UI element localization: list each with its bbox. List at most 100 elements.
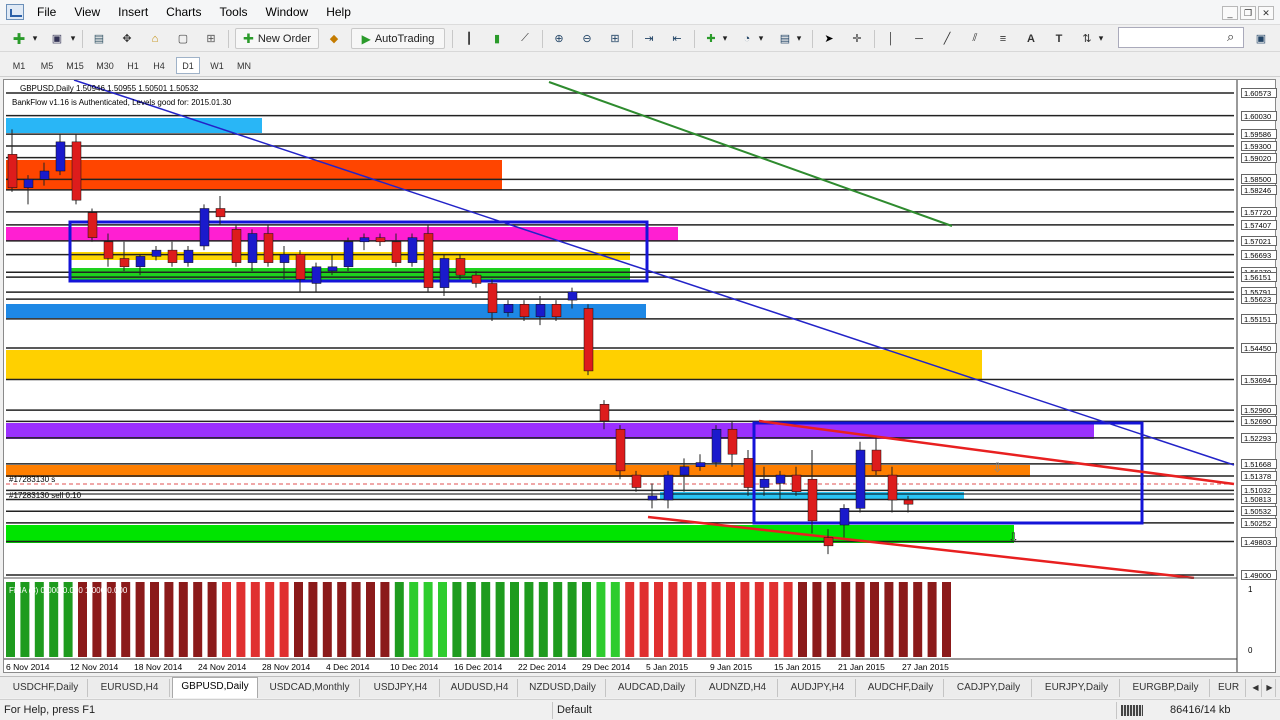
data-window-icon[interactable]: ✥ (116, 28, 138, 49)
tab-nzdusd-daily[interactable]: NZDUSD,Daily (520, 679, 606, 697)
tab-audusd-h4[interactable]: AUDUSD,H4 (442, 679, 518, 697)
bearish-candle[interactable] (103, 241, 114, 259)
menu-charts[interactable]: Charts (157, 0, 210, 25)
trendline-icon[interactable]: ╱ (936, 28, 958, 49)
chevron-down-icon[interactable]: ▾ (68, 28, 78, 49)
text-icon[interactable]: A (1020, 28, 1042, 49)
timeframe-w1[interactable]: W1 (206, 57, 228, 74)
bearish-candle[interactable] (471, 274, 482, 284)
bearish-candle[interactable] (375, 237, 386, 243)
bearish-candle[interactable] (295, 254, 306, 280)
bearish-candle[interactable] (119, 258, 130, 268)
bearish-candle[interactable] (631, 474, 642, 488)
bearish-candle[interactable] (903, 499, 914, 505)
chart-window[interactable]: ⇩ ⇩ GBPUSD,Daily 1.50946 1.50955 1.50501… (3, 79, 1277, 673)
bullish-candle[interactable] (135, 256, 146, 268)
bullish-candle[interactable] (679, 466, 690, 476)
bullish-candle[interactable] (439, 258, 450, 288)
bullish-candle[interactable] (407, 237, 418, 263)
horizontal-line-icon[interactable]: ─ (908, 28, 930, 49)
tab-eurjpy-daily[interactable]: EURJPY,Daily (1034, 679, 1120, 697)
zoom-in-icon[interactable]: ⊕ (548, 28, 570, 49)
green-trendline[interactable] (548, 81, 953, 227)
timeframe-h1[interactable]: H1 (122, 57, 144, 74)
menu-tools[interactable]: Tools (211, 0, 257, 25)
chevron-down-icon[interactable]: ▾ (720, 28, 730, 49)
bullish-candle[interactable] (759, 478, 770, 488)
tab-usdjpy-h4[interactable]: USDJPY,H4 (362, 679, 440, 697)
bearish-candle[interactable] (583, 308, 594, 372)
bullish-candle[interactable] (311, 266, 322, 284)
candlestick-icon[interactable]: ▮ (486, 28, 508, 49)
bullish-candle[interactable] (279, 254, 290, 263)
tab-scroll-right-icon[interactable]: ▶ (1264, 679, 1276, 697)
channel-icon[interactable]: ⫽ (964, 28, 986, 49)
bullish-candle[interactable] (199, 208, 210, 247)
bearish-candle[interactable] (599, 403, 610, 422)
bullish-candle[interactable] (839, 508, 850, 526)
chart-canvas[interactable]: ⇩ ⇩ (4, 80, 1275, 672)
auto-scroll-icon[interactable]: ⇥ (638, 28, 660, 49)
bearish-candle[interactable] (743, 458, 754, 488)
menu-view[interactable]: View (65, 0, 109, 25)
new-chart-icon[interactable]: ✚ (8, 28, 30, 49)
bearish-candle[interactable] (231, 229, 242, 263)
bearish-candle[interactable] (823, 537, 834, 547)
tab-cadjpy-daily[interactable]: CADJPY,Daily (946, 679, 1032, 697)
fibonacci-icon[interactable]: ≡ (992, 28, 1014, 49)
autotrading-button[interactable]: ▶ AutoTrading (351, 28, 445, 49)
bullish-candle[interactable] (567, 291, 578, 301)
tab-audjpy-h4[interactable]: AUDJPY,H4 (780, 679, 856, 697)
bullish-candle[interactable] (343, 241, 354, 268)
timeframe-m1[interactable]: M1 (8, 57, 30, 74)
templates-icon[interactable]: ▤ (774, 28, 796, 49)
bearish-candle[interactable] (215, 208, 226, 218)
bearish-candle[interactable] (167, 249, 178, 263)
bar-chart-icon[interactable]: ┃ (458, 28, 480, 49)
chevron-down-icon[interactable]: ▾ (1096, 28, 1106, 49)
bullish-candle[interactable] (359, 237, 370, 243)
text-label-icon[interactable]: T (1048, 28, 1070, 49)
bullish-candle[interactable] (39, 170, 50, 180)
search-input[interactable] (1118, 27, 1244, 48)
vertical-line-icon[interactable]: │ (880, 28, 902, 49)
bullish-candle[interactable] (183, 249, 194, 263)
tab-usdcad-monthly[interactable]: USDCAD,Monthly (260, 679, 360, 697)
bearish-candle[interactable] (615, 428, 626, 472)
bearish-candle[interactable] (487, 283, 498, 313)
bearish-candle[interactable] (887, 474, 898, 501)
tab-usdchf-daily[interactable]: USDCHF,Daily (4, 679, 88, 697)
bullish-candle[interactable] (247, 233, 258, 263)
bullish-candle[interactable] (695, 462, 706, 467)
timeframe-m15[interactable]: M15 (62, 57, 88, 74)
profiles-icon[interactable]: ▣ (46, 28, 68, 49)
bearish-candle[interactable] (519, 304, 530, 318)
crosshair-icon[interactable]: ✛ (846, 28, 868, 49)
timeframe-m5[interactable]: M5 (36, 57, 58, 74)
bearish-candle[interactable] (71, 141, 82, 201)
chevron-down-icon[interactable]: ▾ (794, 28, 804, 49)
navigator-icon[interactable]: ⌂ (144, 28, 166, 49)
terminal-icon[interactable]: ▢ (172, 28, 194, 49)
bearish-candle[interactable] (871, 449, 882, 472)
chevron-down-icon[interactable]: ▾ (756, 28, 766, 49)
bearish-candle[interactable] (455, 258, 466, 276)
tab-eurusd-h4[interactable]: EURUSD,H4 (90, 679, 170, 697)
tab-scroll-left-icon[interactable]: ◀ (1250, 679, 1262, 697)
minimize-icon[interactable]: _ (1222, 6, 1238, 20)
bullish-candle[interactable] (535, 304, 546, 318)
menu-help[interactable]: Help (317, 0, 360, 25)
new-order-button[interactable]: ✚ New Order (235, 28, 319, 49)
bearish-candle[interactable] (423, 233, 434, 288)
menu-file[interactable]: File (28, 0, 65, 25)
bullish-candle[interactable] (711, 428, 722, 463)
tab-audchf-daily[interactable]: AUDCHF,Daily (858, 679, 944, 697)
bearish-candle[interactable] (791, 474, 802, 492)
strategy-tester-icon[interactable]: ⊞ (200, 28, 222, 49)
close-icon[interactable]: ✕ (1258, 6, 1274, 20)
tab-gbpusd-daily[interactable]: GBPUSD,Daily (172, 677, 258, 698)
bullish-candle[interactable] (855, 449, 866, 509)
bullish-candle[interactable] (327, 266, 338, 272)
bullish-candle[interactable] (55, 141, 66, 172)
bearish-candle[interactable] (727, 428, 738, 455)
